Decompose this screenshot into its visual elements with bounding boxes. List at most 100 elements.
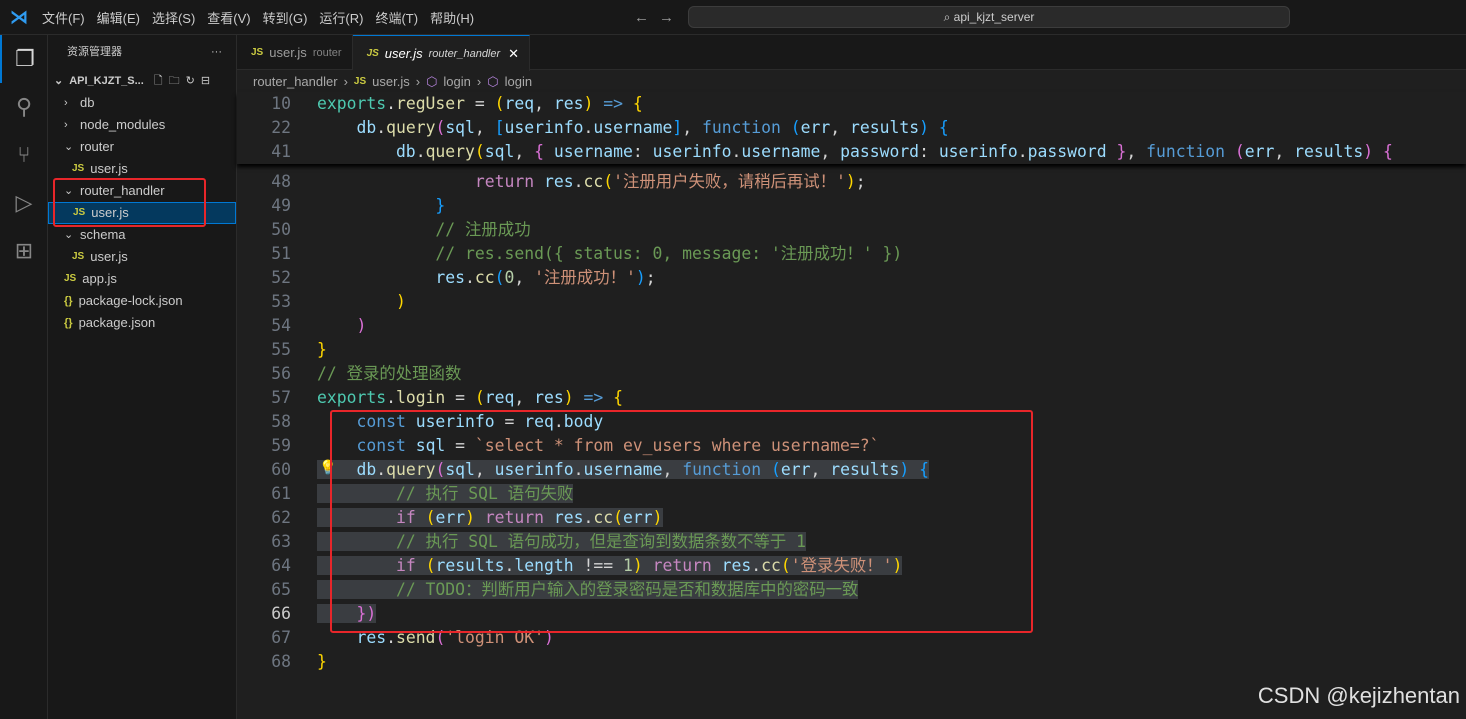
tree-item[interactable]: ⌄ router xyxy=(48,136,236,158)
source-control-icon[interactable]: ⑂ xyxy=(0,131,48,179)
command-center-search[interactable]: ⌕ api_kjzt_server xyxy=(688,6,1290,28)
code-text: // res.send({ status: 0, message: '注册成功！… xyxy=(317,242,902,266)
tree-item-label: schema xyxy=(80,227,126,242)
menu-item[interactable]: 帮助(H) xyxy=(424,8,480,27)
code-token: ( xyxy=(1234,142,1245,161)
tree-item[interactable]: ⌄ schema xyxy=(48,224,236,246)
code-line[interactable]: 53 ) xyxy=(237,290,1466,314)
code-line[interactable]: 52 res.cc(0, '注册成功！'); xyxy=(237,266,1466,290)
code-token: { xyxy=(632,94,643,113)
tab-router[interactable]: JS user.js router xyxy=(237,35,353,70)
sticky-scroll[interactable]: 10 exports.regUser = (req, res) => {22 db… xyxy=(237,92,1466,164)
breadcrumb-folder[interactable]: router_handler xyxy=(253,71,338,93)
code-token: ) xyxy=(845,172,856,191)
line-number: 52 xyxy=(271,268,291,287)
code-token: results xyxy=(1294,142,1364,161)
code-token: ) xyxy=(1363,142,1374,161)
code-token: userinfo xyxy=(652,142,732,161)
code-token: ] xyxy=(672,118,683,137)
tree-item[interactable]: › db xyxy=(48,92,236,114)
code-token: , xyxy=(1126,142,1147,161)
line-number: 10 xyxy=(271,94,291,113)
menu-item[interactable]: 转到(G) xyxy=(257,8,314,27)
menu-item[interactable]: 查看(V) xyxy=(201,8,256,27)
code-line[interactable]: 68} xyxy=(237,650,1466,674)
tree-item[interactable]: › node_modules xyxy=(48,114,236,136)
code-token: ) xyxy=(395,292,406,311)
breadcrumb-file[interactable]: user.js xyxy=(372,71,410,93)
tree-item[interactable]: {} package-lock.json xyxy=(48,290,236,312)
code-token: password xyxy=(1027,142,1107,161)
menu-item[interactable]: 运行(R) xyxy=(313,8,369,27)
code-token: { xyxy=(1382,142,1393,161)
code-token: // 登录的处理函数 xyxy=(317,364,462,383)
tree-item-label: user.js xyxy=(90,249,128,264)
explorer-actions-icons[interactable]: 🗋🗀↻⊟ xyxy=(154,70,216,92)
run-debug-icon[interactable]: ▷ xyxy=(0,179,48,227)
code-token: 0 xyxy=(504,268,515,287)
code-text: } xyxy=(317,650,327,674)
code-token: sql xyxy=(484,142,515,161)
watermark: CSDN @kejizhentan xyxy=(1257,683,1460,708)
search-text: api_kjzt_server xyxy=(953,10,1035,24)
extensions-icon[interactable]: ⊞ xyxy=(0,227,48,275)
title-bar: ⋊ 文件(F) 编辑(E) 选择(S) 查看(V) 转到(G) 运行(R) 终端(T) 帮助(… xyxy=(0,0,1466,35)
more-actions-button[interactable]: ··· xyxy=(211,35,222,70)
code-token: = xyxy=(465,94,495,113)
code-token: username xyxy=(741,142,821,161)
menu-item[interactable]: 终端(T) xyxy=(369,8,424,27)
project-root[interactable]: ⌄ API_KJZT_S... 🗋🗀↻⊟ xyxy=(48,70,236,92)
code-line[interactable]: 50 // 注册成功 xyxy=(237,218,1466,242)
code-token: userinfo xyxy=(504,118,584,137)
line-number: 59 xyxy=(271,436,291,455)
search-icon[interactable]: ⚲ xyxy=(0,83,48,131)
code-token: ) xyxy=(635,268,646,287)
tab-router_handler[interactable]: JS user.js router_handler ✕ xyxy=(352,35,531,71)
line-number: 54 xyxy=(271,316,291,335)
code-line[interactable]: 22 db.query(sql, [userinfo.username], fu… xyxy=(237,116,1466,140)
code-line[interactable]: 49 } xyxy=(237,194,1466,218)
tree-item[interactable]: {} package.json xyxy=(48,312,236,334)
line-number: 61 xyxy=(271,484,291,503)
code-line[interactable]: 56 // 登录的处理函数 xyxy=(237,362,1466,386)
code-token: ( xyxy=(494,268,505,287)
code-line[interactable]: 54 ) xyxy=(237,314,1466,338)
tree-item[interactable]: JS user.js xyxy=(48,246,236,268)
code-text: return res.cc('注册用户失败，请稍后再试！'); xyxy=(317,170,866,194)
tree-item[interactable]: JS app.js xyxy=(48,268,236,290)
line-number: 65 xyxy=(271,580,291,599)
explorer-icon[interactable]: ❐ xyxy=(0,35,48,83)
chevron-down-icon: ⌄ xyxy=(54,75,64,87)
code-token: . xyxy=(1017,142,1028,161)
code-token: results xyxy=(850,118,920,137)
line-number: 57 xyxy=(271,388,291,407)
breadcrumb-symbol[interactable]: login xyxy=(505,71,532,93)
js-file-icon: JS xyxy=(64,273,77,284)
code-line[interactable]: 51 // res.send({ status: 0, message: '注册… xyxy=(237,242,1466,266)
close-icon[interactable]: ✕ xyxy=(508,46,519,62)
breadcrumb-symbol[interactable]: login xyxy=(443,71,470,93)
code-line[interactable]: 55} xyxy=(237,338,1466,362)
menu-item[interactable]: 文件(F) xyxy=(36,8,91,27)
code-token: res xyxy=(317,268,466,287)
tree-item-label: node_modules xyxy=(80,117,166,132)
js-file-icon: JS xyxy=(251,47,264,58)
code-token: password xyxy=(840,142,920,161)
menu-item[interactable]: 编辑(E) xyxy=(91,8,146,27)
code-line[interactable]: 41 db.query(sql, { username: userinfo.us… xyxy=(237,140,1466,164)
code-line[interactable]: 10 exports.regUser = (req, res) => { xyxy=(237,92,1466,116)
nav-arrows[interactable]: ←→ xyxy=(634,9,684,26)
code-line[interactable]: 48 return res.cc('注册用户失败，请稍后再试！'); xyxy=(237,170,1466,194)
code-token: : xyxy=(632,142,653,161)
activity-bar: ❐ ⚲ ⑂ ▷ ⊞ xyxy=(0,35,48,719)
code-token: . xyxy=(731,142,742,161)
explorer-panel: 资源管理器 ··· ⌄ API_KJZT_S... 🗋🗀↻⊟ › db › node_mod… xyxy=(48,35,237,719)
explorer-title: 资源管理器 xyxy=(67,46,122,58)
code-token: err xyxy=(800,118,831,137)
tree-item[interactable]: JS user.js xyxy=(48,158,236,180)
menu-item[interactable]: 选择(S) xyxy=(146,8,201,27)
code-line[interactable]: 57 exports.login = (req, res) => { xyxy=(237,386,1466,410)
annotation-box-explorer xyxy=(53,178,206,227)
